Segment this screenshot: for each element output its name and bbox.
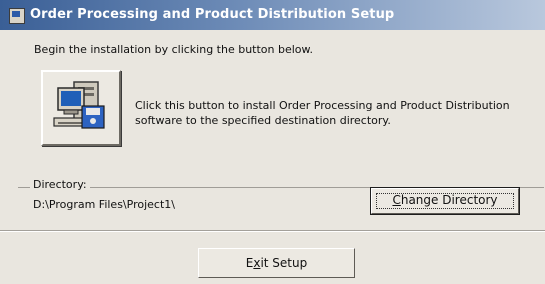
change-directory-button[interactable]: Change Directory bbox=[370, 187, 520, 215]
title-bar[interactable]: Order Processing and Product Distributio… bbox=[0, 0, 545, 30]
directory-label: Directory: bbox=[30, 178, 90, 191]
exit-setup-label-end: it Setup bbox=[260, 256, 308, 270]
install-description: Click this button to install Order Proce… bbox=[135, 99, 510, 127]
intro-text: Begin the installation by clicking the b… bbox=[34, 43, 314, 56]
install-button[interactable] bbox=[41, 70, 121, 146]
directory-path: D:\Program Files\Project1\ bbox=[33, 198, 175, 211]
window-title: Order Processing and Product Distributio… bbox=[30, 7, 395, 22]
focus-rectangle bbox=[376, 193, 514, 209]
setup-app-icon bbox=[9, 8, 25, 24]
computer-setup-icon bbox=[53, 81, 105, 129]
exit-setup-button[interactable]: Exit Setup bbox=[198, 248, 355, 278]
separator bbox=[0, 230, 545, 232]
